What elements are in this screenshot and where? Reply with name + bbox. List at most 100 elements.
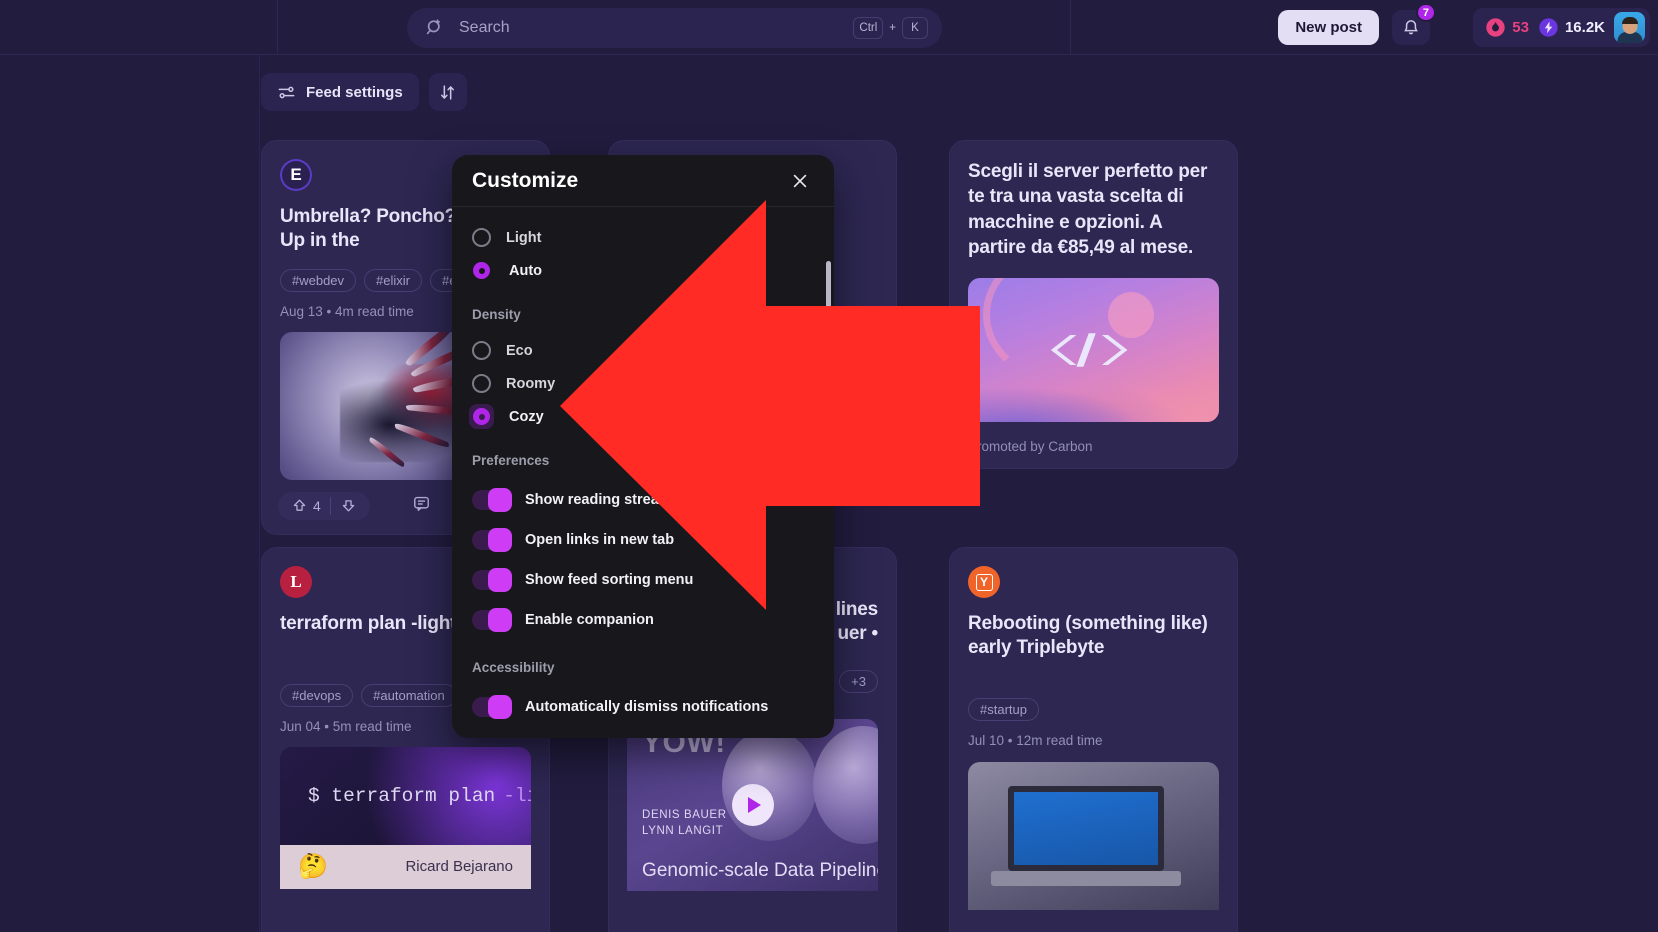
toggle-knob: [488, 488, 512, 512]
toggle-knob: [488, 568, 512, 592]
ad-thumbnail[interactable]: [968, 278, 1219, 423]
pref-label: Enable companion: [525, 612, 654, 628]
thinking-face-icon: 🤔: [298, 852, 328, 880]
feed-toolbar: Feed settings: [261, 73, 467, 111]
modal-title: Customize: [472, 168, 579, 192]
density-option-cozy[interactable]: Cozy: [469, 400, 814, 433]
toggle-knob: [488, 528, 512, 552]
modal-body: Light Auto Density Eco Roomy Cozy Prefer…: [452, 207, 834, 738]
density-option-label: Cozy: [509, 408, 544, 425]
radio-cozy-icon[interactable]: [469, 404, 494, 429]
modal-scrollbar[interactable]: [826, 261, 831, 436]
video-subtitle: Genomic-scale Data Pipelines: [642, 860, 878, 882]
pref-enable-companion[interactable]: Enable companion: [472, 600, 814, 640]
reputation-value: 16.2K: [1564, 19, 1605, 36]
post-thumbnail[interactable]: [968, 761, 1219, 910]
customize-modal: Customize Light Auto Density Eco Roomy C…: [452, 155, 834, 738]
pref-show-feed-sorting-menu[interactable]: Show feed sorting menu: [472, 560, 814, 600]
close-icon: [793, 174, 807, 187]
post-title[interactable]: Rebooting (something like) early Tripleb…: [968, 612, 1219, 660]
radio-dot-inner: [478, 413, 485, 420]
toggle-switch[interactable]: [472, 568, 512, 592]
feed-settings-label: Feed settings: [306, 83, 403, 101]
play-button[interactable]: [731, 783, 774, 826]
play-icon: [748, 796, 761, 813]
radio-light-icon[interactable]: [472, 228, 491, 247]
sort-button[interactable]: [428, 73, 467, 111]
streak-value: 53: [1512, 19, 1529, 36]
kbd-k: K: [902, 17, 928, 39]
density-section-label: Density: [472, 307, 521, 322]
promoted-label: Promoted by Carbon: [968, 439, 1093, 455]
comment-button[interactable]: [412, 494, 431, 518]
sliders-icon: [278, 86, 295, 98]
profile-cluster[interactable]: 53 16.2K: [1473, 8, 1650, 47]
source-avatar[interactable]: Y: [968, 566, 1000, 598]
tag-item[interactable]: #webdev: [280, 268, 357, 292]
radio-roomy-icon[interactable]: [472, 374, 491, 393]
tag-item[interactable]: #elixir: [364, 268, 423, 292]
theme-option-light[interactable]: Light: [472, 221, 814, 254]
tag-item[interactable]: #startup: [968, 697, 1039, 721]
density-option-roomy[interactable]: Roomy: [472, 367, 814, 400]
card-footer: 🤔 Ricard Bejarano: [280, 844, 531, 889]
avatar-hair: [1621, 17, 1638, 24]
speaker-face: [812, 725, 878, 844]
toggle-switch[interactable]: [472, 695, 512, 719]
vote-pill: 4: [278, 491, 370, 520]
toggle-knob: [488, 695, 512, 719]
post-thumbnail[interactable]: $ terraform plan -light: [280, 746, 531, 845]
radio-eco-icon[interactable]: [472, 341, 491, 360]
radio-auto-icon[interactable]: [469, 258, 494, 283]
streak-stat[interactable]: 53: [1485, 17, 1529, 38]
toggle-switch[interactable]: [472, 608, 512, 632]
theme-option-auto[interactable]: Auto: [472, 254, 814, 287]
accessibility-section-label: Accessibility: [472, 660, 555, 675]
radio-dot-outer: [473, 262, 490, 279]
a11y-auto-dismiss-notifications[interactable]: Automatically dismiss notifications: [472, 687, 814, 727]
radio-dot-outer: [473, 408, 490, 425]
search-icon: [425, 18, 445, 38]
upvote-icon: [293, 499, 306, 512]
app-root: Search Ctrl + K New post 7 53 16.2K Feed…: [0, 0, 1658, 932]
ad-card-carbon[interactable]: Scegli il server perfetto per te tra una…: [949, 140, 1238, 470]
toggle-switch[interactable]: [472, 488, 512, 512]
flame-icon: [1486, 18, 1505, 37]
ad-title[interactable]: Scegli il server perfetto per te tra una…: [968, 159, 1219, 260]
laptop-base: [990, 871, 1182, 887]
radio-dot-inner: [478, 267, 485, 274]
post-card-triplebyte[interactable]: Y Rebooting (something like) early Tripl…: [949, 547, 1238, 932]
speaker-face: [722, 729, 818, 842]
avatar[interactable]: [1614, 12, 1645, 43]
density-option-label: Roomy: [506, 375, 556, 392]
a11y-label: Automatically dismiss notifications: [525, 699, 769, 715]
source-avatar[interactable]: E: [280, 159, 312, 191]
search-input[interactable]: Search Ctrl + K: [407, 8, 942, 48]
kbd-plus: +: [889, 22, 896, 34]
downvote-button[interactable]: [331, 492, 366, 520]
tag-item[interactable]: #devops: [280, 683, 354, 707]
source-avatar[interactable]: L: [280, 566, 312, 598]
video-thumbnail[interactable]: YOW! DENIS BAUER LYNN LANGIT Genomic-sca…: [627, 718, 878, 891]
preferences-section-label: Preferences: [472, 453, 550, 468]
tag-item[interactable]: #automation: [361, 683, 457, 707]
close-button[interactable]: [786, 167, 814, 195]
reputation-stat[interactable]: 16.2K: [1538, 17, 1605, 38]
pref-open-links-new-tab[interactable]: Open links in new tab: [472, 520, 814, 560]
pref-show-reading-streaks[interactable]: Show reading streaks: [472, 480, 814, 520]
tag-overflow[interactable]: +3: [839, 669, 878, 693]
footer-author: Ricard Bejarano: [405, 858, 513, 876]
search-placeholder: Search: [459, 19, 510, 36]
toggle-switch[interactable]: [472, 528, 512, 552]
upvote-button[interactable]: 4: [282, 492, 330, 520]
toggle-knob: [488, 608, 512, 632]
feed-left-rail: [259, 55, 260, 932]
video-speakers: DENIS BAUER LYNN LANGIT: [642, 809, 727, 837]
feed-settings-button[interactable]: Feed settings: [261, 73, 419, 111]
tag-list: #startup: [968, 697, 1219, 721]
new-post-button[interactable]: New post: [1278, 10, 1379, 45]
sort-arrows-icon: [441, 84, 455, 100]
pref-label: Show feed sorting menu: [525, 572, 694, 588]
daily-dev-logo-icon: [1050, 333, 1127, 367]
density-option-eco[interactable]: Eco: [472, 334, 814, 367]
